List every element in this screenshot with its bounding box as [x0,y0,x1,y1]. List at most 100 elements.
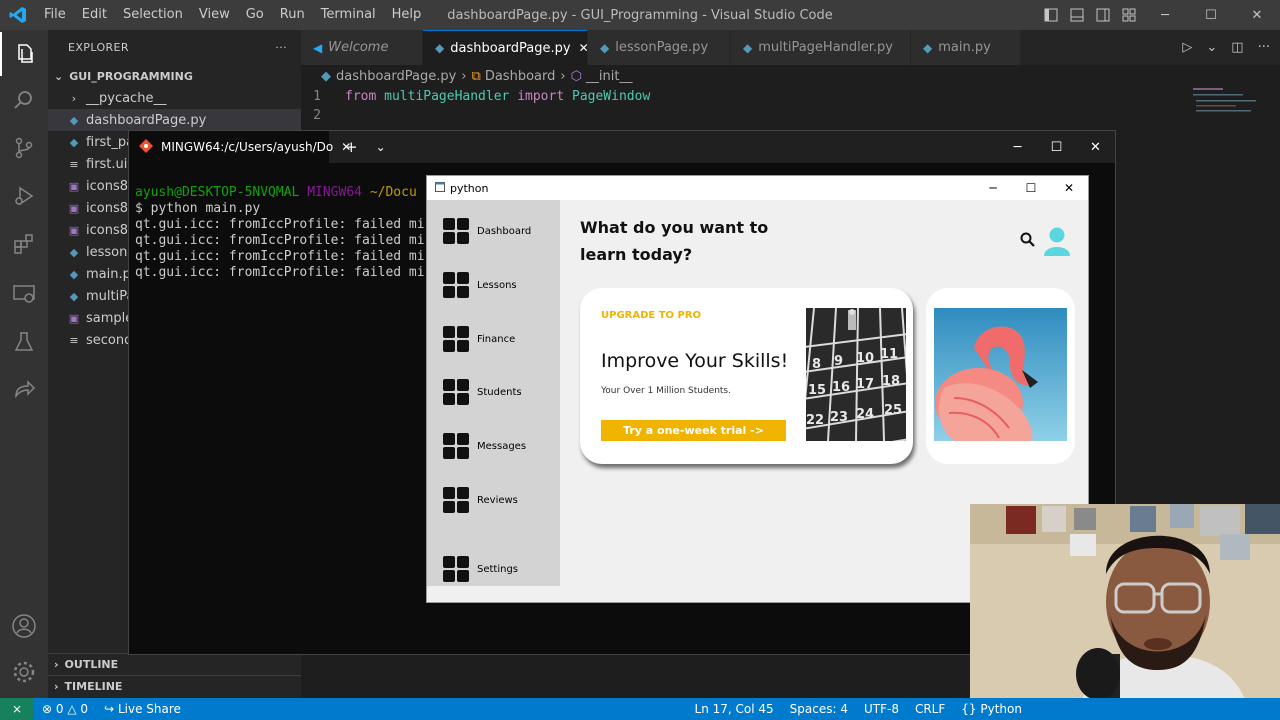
outline-section[interactable]: › OUTLINE [48,653,301,675]
python-icon: ◆ [69,245,79,259]
tree-item-dashboardpage[interactable]: ◆ dashboardPage.py [48,109,301,131]
minimize-icon[interactable]: ─ [998,131,1037,163]
svg-text:24: 24 [856,407,874,422]
image-icon: ▣ [68,223,80,237]
explorer-more-icon[interactable]: ··· [275,41,287,54]
tree-item-pycache[interactable]: › __pycache__ [48,87,301,109]
toggle-panel-icon[interactable] [1064,0,1090,30]
menu-terminal[interactable]: Terminal [313,0,384,30]
tab-lessonpage[interactable]: ◆ lessonPage.py [588,30,731,65]
explorer-icon[interactable] [0,32,48,76]
timeline-section[interactable]: › TIMELINE [48,675,301,697]
messages-grid-icon [443,433,469,459]
menu-bar: File Edit Selection View Go Run Terminal… [36,0,429,30]
chevron-down-icon[interactable]: ⌄ [1206,40,1217,55]
image-icon: ▣ [68,311,80,325]
customize-layout-icon[interactable] [1116,0,1142,30]
menu-view[interactable]: View [191,0,238,30]
cursor-position[interactable]: Ln 17, Col 45 [687,702,782,716]
search-icon[interactable] [1020,232,1036,252]
remote-explorer-icon[interactable] [0,272,48,316]
problems-status[interactable]: ⊗ 0 △ 0 [34,702,96,716]
code-editor[interactable]: 1 from multiPageHandler import PageWindo… [301,87,1280,125]
live-share-icon[interactable] [0,368,48,412]
app-sidebar: Dashboard Lessons Finance Students Messa… [427,200,560,586]
app-titlebar: python ─ ☐ ✕ [427,176,1088,200]
promo-title: Improve Your Skills! [601,350,789,372]
python-icon: ◆ [321,68,331,84]
eol-status[interactable]: CRLF [907,702,953,716]
nav-reviews[interactable]: Reviews [443,487,518,513]
extensions-icon[interactable] [0,222,48,266]
svg-text:22: 22 [806,413,824,428]
avatar-icon[interactable] [1043,226,1071,260]
toggle-secondary-sidebar-icon[interactable] [1090,0,1116,30]
chevron-down-icon[interactable]: ⌄ [376,140,386,154]
nav-dashboard[interactable]: Dashboard [443,218,531,244]
tab-dashboardpage[interactable]: ◆ dashboardPage.py ✕ [423,30,589,65]
new-tab-icon[interactable]: + [345,138,358,156]
svg-text:8: 8 [812,357,821,372]
nav-finance[interactable]: Finance [443,326,515,352]
language-status[interactable]: {} Python [953,702,1030,716]
more-actions-icon[interactable]: ··· [1258,40,1270,55]
nav-settings[interactable]: Settings [443,556,518,582]
tab-main[interactable]: ◆ main.py [911,30,1021,65]
breadcrumb-file[interactable]: dashboardPage.py [336,69,456,84]
terminal-tab[interactable]: MINGW64:/c/Users/ayush/Do ✕ [129,131,351,163]
indentation-status[interactable]: Spaces: 4 [782,702,856,716]
breadcrumb-method[interactable]: __init__ [586,69,633,84]
search-icon[interactable] [0,78,48,122]
window-icon [435,181,445,195]
menu-edit[interactable]: Edit [74,0,115,30]
maximize-icon[interactable]: ☐ [1188,0,1234,30]
maximize-icon[interactable]: ☐ [1012,176,1050,200]
python-icon: ◆ [69,267,79,281]
nav-lessons[interactable]: Lessons [443,272,517,298]
menu-selection[interactable]: Selection [115,0,191,30]
run-icon[interactable]: ▷ [1182,40,1192,55]
encoding-status[interactable]: UTF-8 [856,702,907,716]
toggle-sidebar-icon[interactable] [1038,0,1064,30]
chevron-right-icon: › [560,68,566,84]
tab-multipagehandler[interactable]: ◆ multiPageHandler.py [731,30,911,65]
run-debug-icon[interactable] [0,174,48,218]
image-card [926,288,1075,464]
trial-button[interactable]: Try a one-week trial -> [601,420,786,441]
svg-text:25: 25 [884,403,902,418]
nav-students[interactable]: Students [443,379,522,405]
close-icon[interactable]: ✕ [1234,0,1280,30]
manage-gear-icon[interactable] [0,650,48,694]
split-editor-icon[interactable]: ◫ [1231,40,1243,55]
svg-text:17: 17 [856,377,874,392]
svg-text:10: 10 [856,351,874,366]
line-number: 2 [313,108,321,123]
tab-welcome[interactable]: ◀ Welcome [301,30,423,65]
nav-messages[interactable]: Messages [443,433,526,459]
accounts-icon[interactable] [0,604,48,648]
menu-go[interactable]: Go [238,0,272,30]
remote-indicator-icon[interactable]: ⨯ [0,698,34,720]
minimize-icon[interactable]: ─ [974,176,1012,200]
maximize-icon[interactable]: ☐ [1037,131,1076,163]
menu-file[interactable]: File [36,0,74,30]
svg-text:9: 9 [834,354,843,369]
svg-text:23: 23 [830,410,848,425]
minimap[interactable] [1190,88,1270,128]
folder-header[interactable]: ⌄ GUI_PROGRAMMING [48,65,301,87]
svg-text:16: 16 [832,380,850,395]
minimize-icon[interactable]: ─ [1142,0,1188,30]
source-control-icon[interactable] [0,126,48,170]
menu-run[interactable]: Run [272,0,313,30]
lessons-grid-icon [443,272,469,298]
menu-help[interactable]: Help [384,0,430,30]
close-icon[interactable]: ✕ [1050,176,1088,200]
python-icon: ◆ [600,40,610,55]
editor-tabs: ◀ Welcome ◆ dashboardPage.py ✕ ◆ lessonP… [301,30,1280,65]
finance-grid-icon [443,326,469,352]
close-icon[interactable]: ✕ [1076,131,1115,163]
breadcrumb-class[interactable]: Dashboard [485,69,556,84]
live-share-status[interactable]: ↪ Live Share [96,702,189,716]
testing-icon[interactable] [0,320,48,364]
live-share-icon: ↪ [104,702,115,716]
